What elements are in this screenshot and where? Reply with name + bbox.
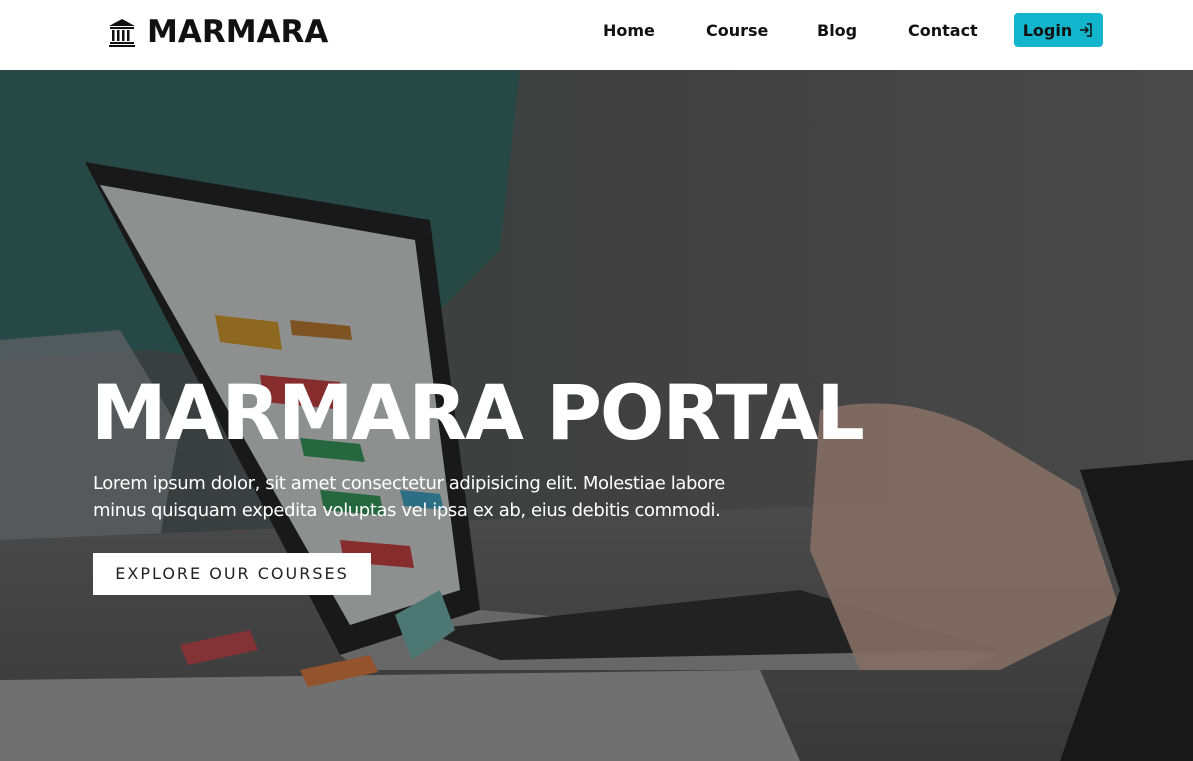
hero-description: Lorem ipsum dolor, sit amet consectetur … <box>93 473 725 521</box>
nav-link-home[interactable]: Home <box>603 20 655 42</box>
navbar: MARMARA Home Course Blog Contact Login <box>0 0 1193 70</box>
nav-link-contact[interactable]: Contact <box>908 20 978 42</box>
hero-title: MARMARA PORTAL <box>91 368 865 457</box>
hero-section: MARMARA PORTAL Lorem ipsum dolor, sit am… <box>0 70 1193 761</box>
login-button[interactable]: Login <box>1014 13 1103 47</box>
login-arrow-icon <box>1080 23 1092 37</box>
nav-link-blog[interactable]: Blog <box>817 20 857 42</box>
nav-link-course[interactable]: Course <box>706 20 768 42</box>
explore-courses-button[interactable]: EXPLORE OUR COURSES <box>93 553 371 595</box>
login-label: Login <box>1022 20 1073 40</box>
